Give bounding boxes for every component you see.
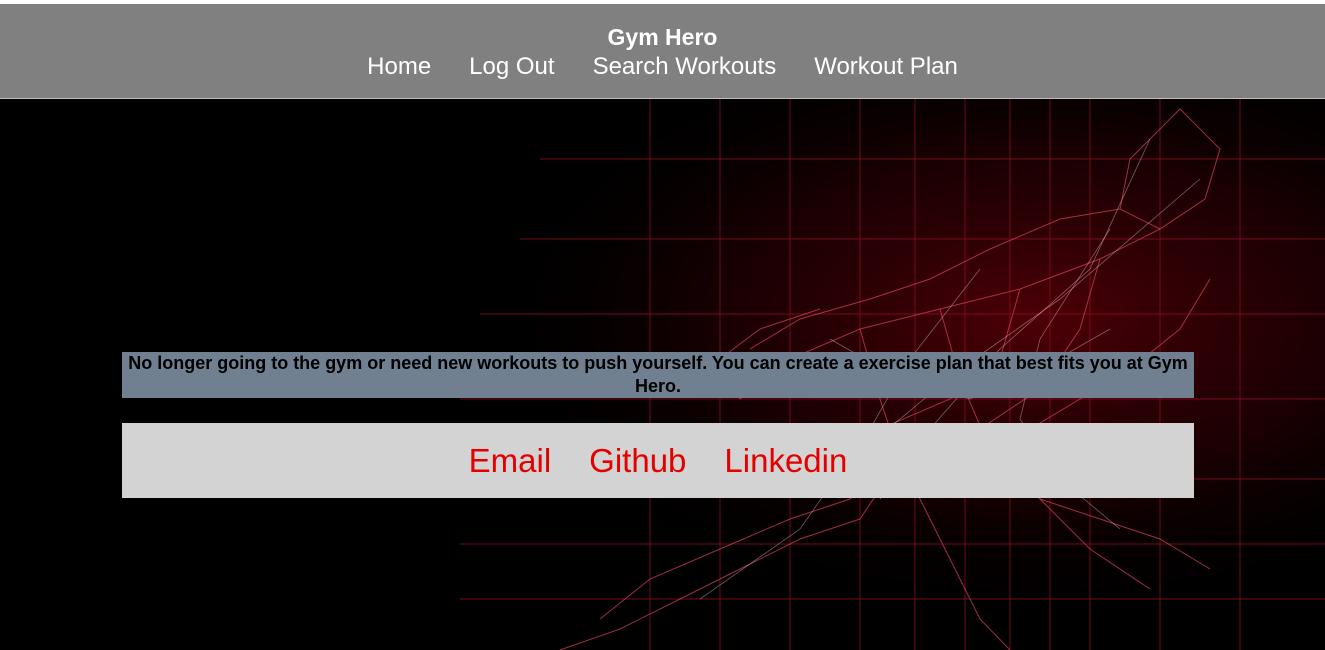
site-header: Gym Hero Home Log Out Search Workouts Wo… [0, 4, 1325, 99]
nav-search-workouts-link[interactable]: Search Workouts [593, 52, 777, 82]
intro-text: No longer going to the gym or need new w… [122, 352, 1194, 398]
contact-links-bar: Email Github Linkedin [122, 423, 1194, 498]
github-link[interactable]: Github [589, 442, 686, 480]
nav-workout-plan-link[interactable]: Workout Plan [814, 52, 958, 82]
email-link[interactable]: Email [469, 442, 552, 480]
nav-home-link[interactable]: Home [367, 52, 431, 82]
main-nav: Home Log Out Search Workouts Workout Pla… [0, 52, 1325, 82]
linkedin-link[interactable]: Linkedin [724, 442, 847, 480]
nav-logout-link[interactable]: Log Out [469, 52, 554, 82]
site-title: Gym Hero [607, 24, 718, 50]
page: Gym Hero Home Log Out Search Workouts Wo… [0, 0, 1325, 650]
